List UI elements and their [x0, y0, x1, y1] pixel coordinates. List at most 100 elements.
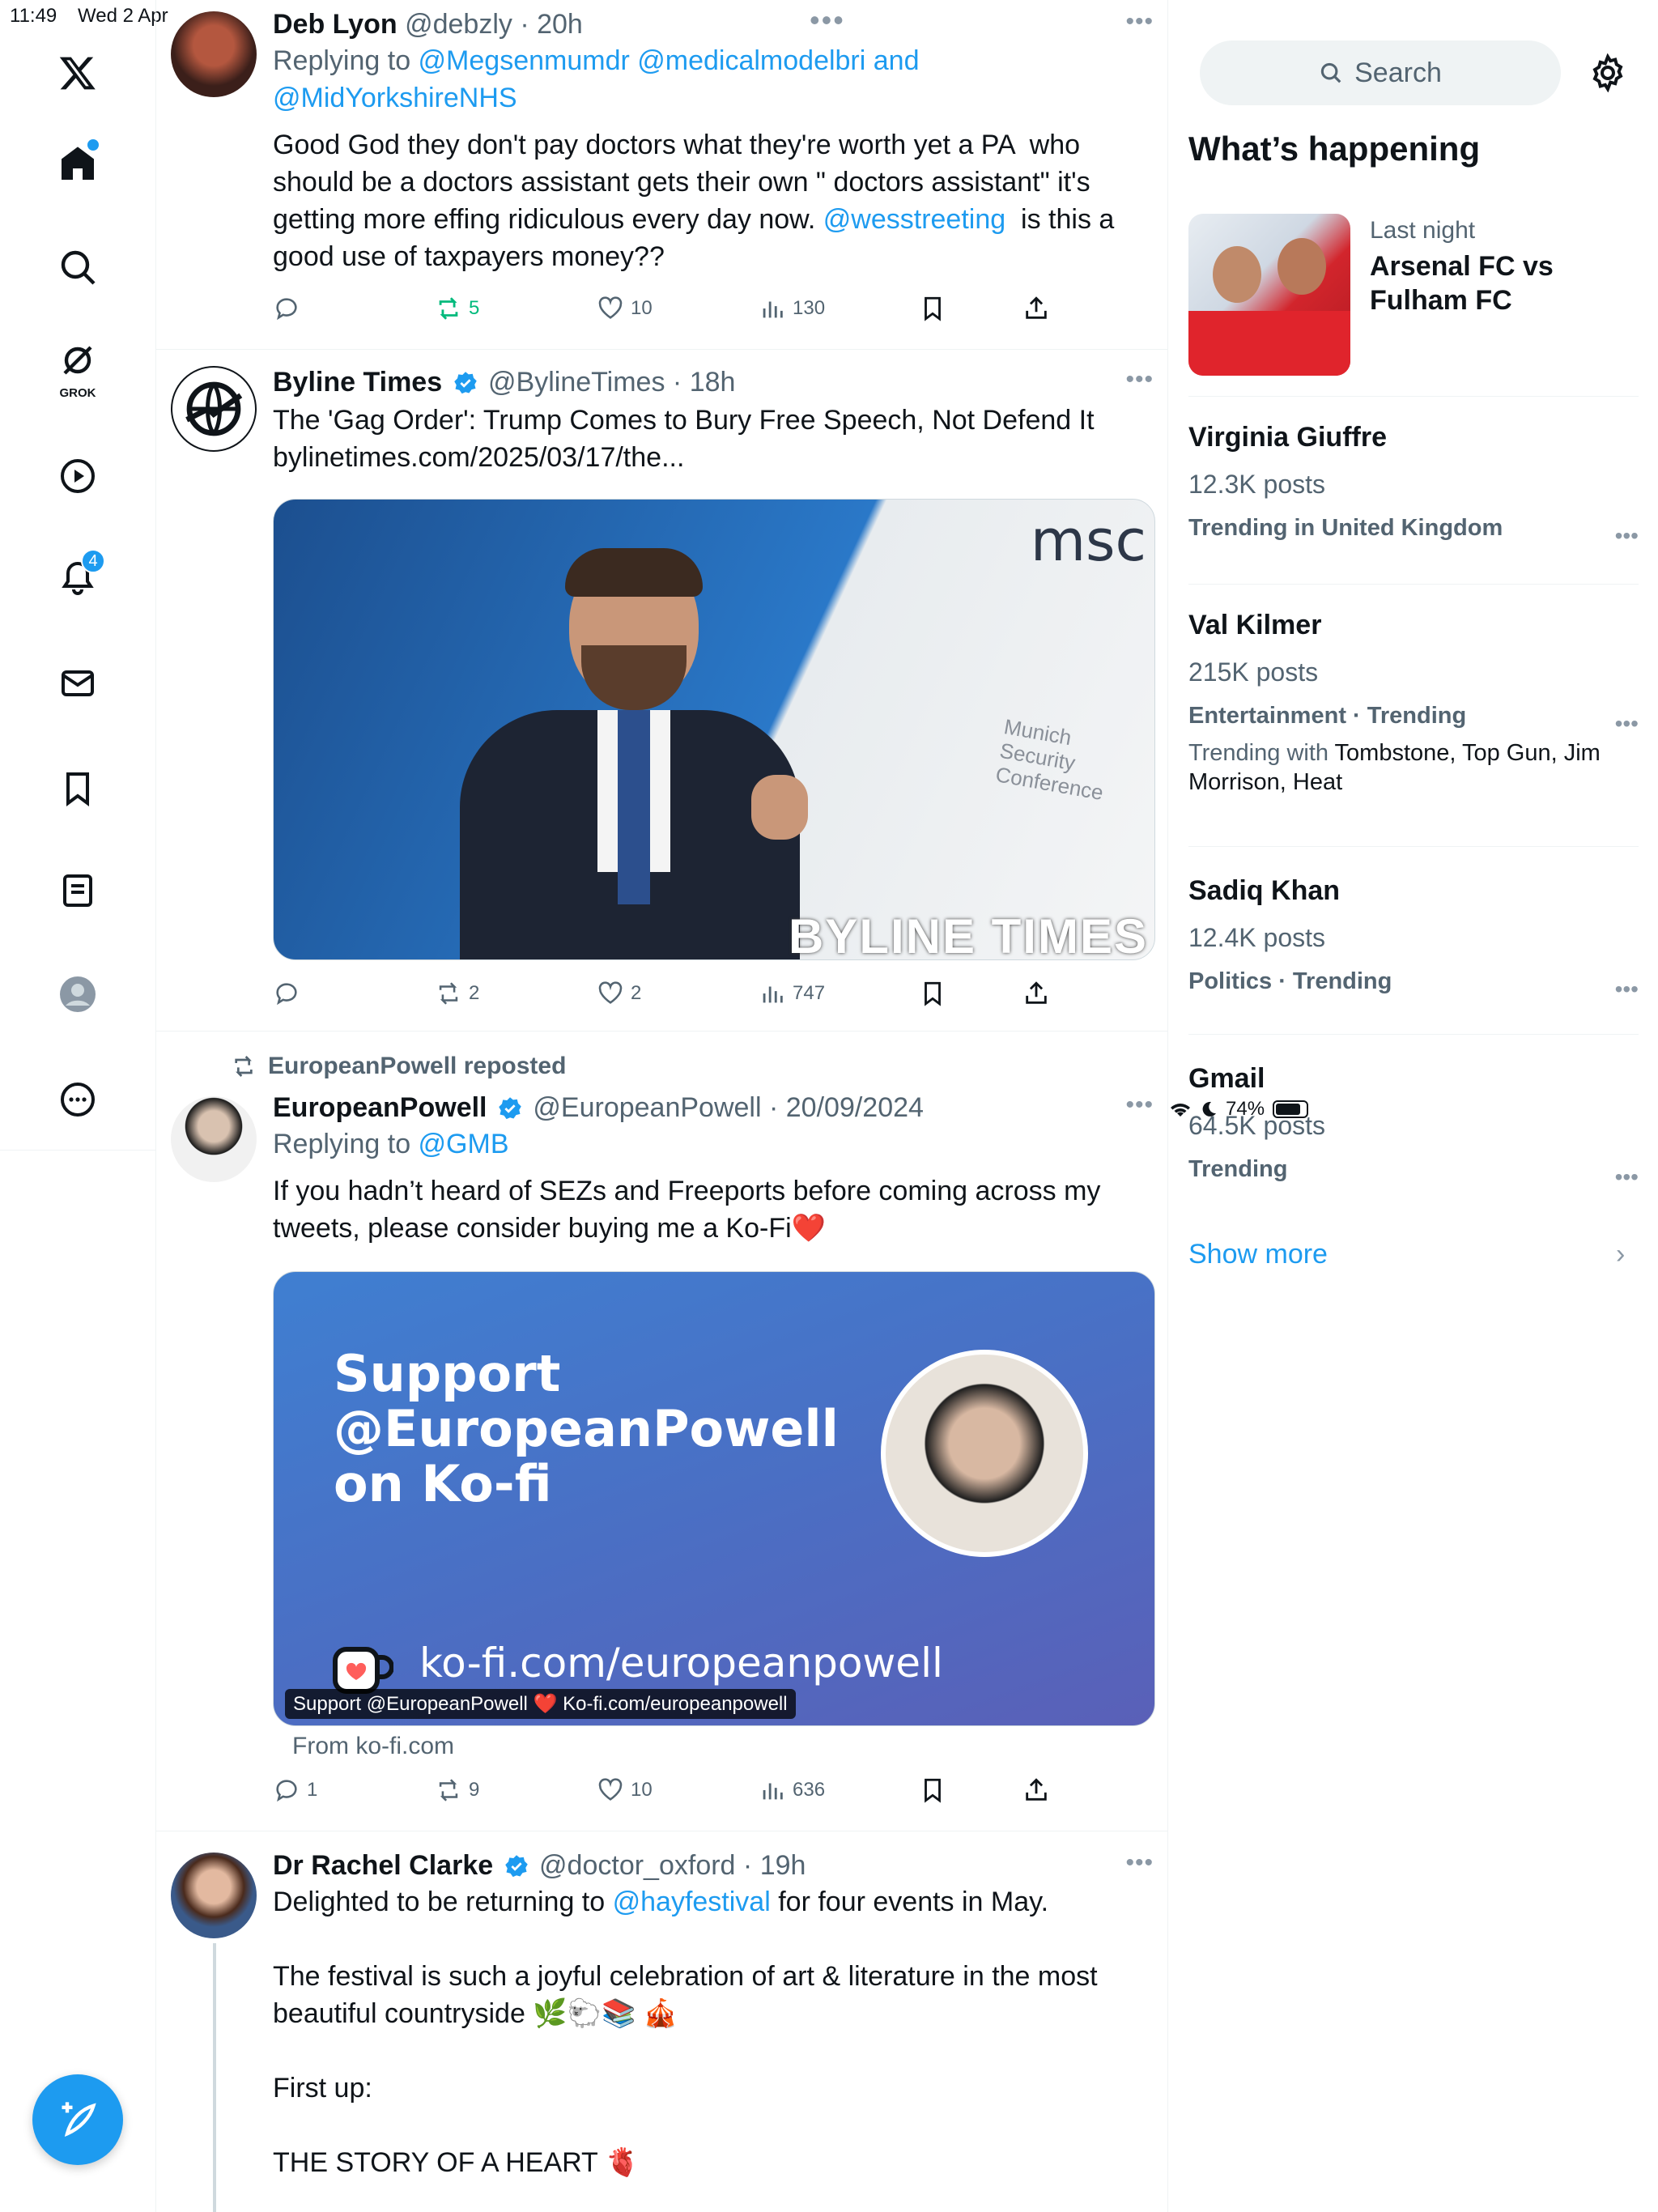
mention-link[interactable]: @hayfestival	[613, 1887, 771, 1917]
author-name[interactable]: EuropeanPowell	[273, 1092, 487, 1123]
card-title: Support @EuropeanPowell on Ko-fi	[334, 1344, 839, 1513]
more-options-icon[interactable]: •••	[1615, 523, 1639, 549]
article-link[interactable]: bylinetimes.com/2025/03/17/the...	[273, 439, 1147, 476]
tweet-byline-times[interactable]: Byline Times @BylineTimes · 18h The 'Gag…	[156, 350, 1167, 1032]
trend-item[interactable]: Val Kilmer 215K posts Entertainment · Tr…	[1188, 607, 1639, 847]
repost-button[interactable]: 5	[435, 295, 479, 322]
trend-post-count: 64.5K posts	[1188, 1111, 1325, 1140]
more-options-icon[interactable]: •••	[1615, 1164, 1639, 1190]
repost-icon	[235, 1056, 253, 1077]
bookmark-button[interactable]	[919, 980, 946, 1007]
byline-watermark: BYLINE TIMES	[788, 909, 1148, 960]
author-handle[interactable]: @debzly	[405, 9, 512, 40]
grok-icon[interactable]: GROK	[45, 334, 110, 400]
like-button[interactable]: 10	[597, 1776, 653, 1804]
replying-to: Replying to @GMB	[273, 1129, 509, 1159]
video-icon[interactable]	[45, 444, 110, 508]
tweet-header: Deb Lyon @debzly · 20h	[273, 9, 583, 40]
reply-button[interactable]	[273, 295, 307, 322]
share-button[interactable]	[1022, 295, 1050, 322]
tweet-time[interactable]: 19h	[760, 1850, 806, 1881]
avatar[interactable]	[171, 1853, 257, 1938]
tweet-paragraph: First up:	[273, 2073, 372, 2104]
avatar[interactable]	[171, 366, 257, 452]
notifications-bell-icon[interactable]: 4	[45, 546, 110, 610]
avatar[interactable]	[171, 1096, 257, 1182]
repost-icon	[439, 297, 458, 320]
home-icon[interactable]	[45, 131, 110, 196]
avatar[interactable]	[171, 11, 257, 97]
author-name[interactable]: Byline Times	[273, 367, 442, 398]
search-icon[interactable]	[45, 235, 110, 300]
trend-category: Trending in United Kingdom	[1188, 515, 1503, 541]
bookmarks-icon[interactable]	[45, 756, 110, 821]
more-options-icon[interactable]: •••	[1125, 366, 1154, 393]
more-options-icon[interactable]: •••	[1125, 1849, 1154, 1877]
lists-icon[interactable]	[45, 858, 110, 923]
author-handle[interactable]: @doctor_oxford	[539, 1850, 735, 1881]
reply-button[interactable]: 1	[273, 1776, 317, 1804]
trend-item[interactable]: Sadiq Khan 12.4K posts Politics · Trendi…	[1188, 873, 1639, 1035]
tweet-europeanpowell[interactable]: EuropeanPowell reposted EuropeanPowell @…	[156, 1032, 1167, 1831]
search-input[interactable]: Search	[1200, 40, 1561, 105]
reply-button[interactable]	[273, 980, 307, 1007]
repost-context[interactable]: EuropeanPowell reposted	[231, 1053, 566, 1080]
heart-icon	[598, 981, 623, 1004]
reply-mention-link[interactable]: @Megsenmumdr @medicalmodelbri	[419, 45, 866, 76]
tweet-deb-lyon[interactable]: Deb Lyon @debzly · 20h Replying to @Megs…	[156, 0, 1167, 350]
card-source[interactable]: From ko-fi.com	[292, 1733, 454, 1760]
views-button[interactable]: 130	[759, 295, 825, 322]
reply-mention-link[interactable]: @MidYorkshireNHS	[273, 83, 517, 113]
x-logo-icon[interactable]	[45, 40, 110, 105]
profile-avatar-icon[interactable]	[45, 962, 110, 1027]
bookmark-icon	[925, 296, 941, 321]
trend-item[interactable]: Gmail 64.5K posts Trending •••	[1188, 1061, 1639, 1214]
tweet-time[interactable]: 18h	[690, 367, 736, 398]
trend-category: Politics · Trending	[1188, 968, 1392, 994]
tweet-header: Byline Times @BylineTimes · 18h	[273, 367, 736, 398]
more-options-icon[interactable]	[45, 1067, 110, 1132]
views-button[interactable]: 636	[759, 1776, 825, 1804]
author-handle[interactable]: @EuropeanPowell	[533, 1092, 761, 1123]
settings-gear-icon[interactable]	[1588, 53, 1627, 92]
analytics-icon	[763, 986, 783, 1003]
tweet-rachel-clarke[interactable]: Dr Rachel Clarke @doctor_oxford · 19h De…	[156, 1831, 1167, 2212]
tweet-time[interactable]: 20h	[537, 9, 583, 40]
reply-icon	[276, 298, 297, 321]
tweet-time[interactable]: 20/09/2024	[786, 1092, 924, 1123]
author-name[interactable]: Dr Rachel Clarke	[273, 1850, 493, 1881]
more-options-icon[interactable]: •••	[1615, 976, 1639, 1002]
card-url: ko-fi.com/europeanpowell	[419, 1640, 943, 1687]
mention-link[interactable]: @wesstreeting	[823, 204, 1005, 235]
repost-button[interactable]: 2	[435, 980, 479, 1007]
like-button[interactable]: 2	[597, 980, 641, 1007]
author-handle[interactable]: @BylineTimes	[488, 367, 665, 398]
kofi-card-image[interactable]: Support @EuropeanPowell on Ko-fi ko-fi.c…	[273, 1271, 1155, 1726]
sidebar: GROK 4	[0, 0, 156, 2212]
verified-badge-icon	[499, 1097, 521, 1120]
more-options-icon[interactable]: •••	[1615, 711, 1639, 737]
like-button[interactable]: 10	[597, 295, 653, 322]
reply-mention-link[interactable]: @GMB	[419, 1129, 509, 1159]
card-caption: Support @EuropeanPowell ❤️ Ko-fi.com/eur…	[285, 1689, 796, 1719]
repost-icon	[439, 1779, 458, 1802]
bookmark-button[interactable]	[919, 295, 946, 322]
show-more-link[interactable]: Show more	[1188, 1239, 1328, 1270]
right-sidebar: Search What’s happening Last night Arsen…	[1169, 0, 1658, 2212]
share-button[interactable]	[1022, 1776, 1050, 1804]
share-button[interactable]	[1022, 980, 1050, 1007]
tweet-actions: 5 10 130	[273, 295, 1082, 327]
views-button[interactable]: 747	[759, 980, 825, 1007]
article-image[interactable]: msc Munich Security Conference BYLINE TI…	[273, 499, 1155, 960]
more-options-icon[interactable]: •••	[1125, 1091, 1154, 1119]
trend-feature-arsenal[interactable]: Last night Arsenal FC vs Fulham FC	[1188, 214, 1639, 397]
more-options-icon[interactable]: •••	[1125, 8, 1154, 36]
trend-feature-title: Arsenal FC vs Fulham FC	[1370, 251, 1554, 316]
trend-item[interactable]: Virginia Giuffre 12.3K posts Trending in…	[1188, 419, 1639, 585]
compose-post-button[interactable]	[32, 2074, 123, 2165]
messages-envelope-icon[interactable]	[45, 651, 110, 716]
author-name[interactable]: Deb Lyon	[273, 9, 397, 40]
repost-button[interactable]: 9	[435, 1776, 479, 1804]
bookmark-button[interactable]	[919, 1776, 946, 1804]
trend-post-count: 12.3K posts	[1188, 470, 1325, 499]
